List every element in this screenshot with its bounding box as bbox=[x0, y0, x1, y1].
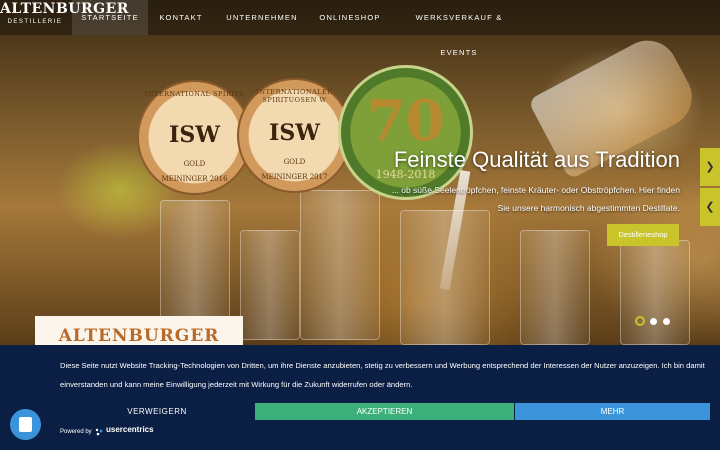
powered-by-label: Powered by bbox=[60, 429, 92, 435]
medal-logo: ISW bbox=[269, 120, 320, 146]
medal-top-text: INTERNATIONALER SPIRITUOSEN W bbox=[256, 88, 333, 104]
top-navbar: ALTENBURGER DESTILLERIE STARTSEITE KONTA… bbox=[0, 0, 720, 57]
slider-prev-arrow[interactable]: ❮ bbox=[700, 188, 720, 226]
cookie-consent-banner: Diese Seite nutzt Website Tracking-Techn… bbox=[0, 345, 720, 450]
medal-isw-2017: INTERNATIONALER SPIRITUOSEN W ISW GOLD M… bbox=[237, 78, 352, 193]
usercentrics-logo-icon bbox=[95, 428, 103, 436]
card-logo: ALTENBURGER bbox=[58, 326, 220, 346]
consent-text: Diese Seite nutzt Website Tracking-Techn… bbox=[60, 361, 705, 389]
slide-text: ... ob süße Seelentröpfchen, feinste Krä… bbox=[391, 185, 680, 213]
medal-award: GOLD bbox=[183, 160, 206, 168]
medal-70-years: 70 1948-2018 bbox=[338, 65, 473, 200]
slider-dot[interactable] bbox=[635, 316, 645, 326]
nav-item-kontakt[interactable]: KONTAKT bbox=[150, 0, 212, 35]
glass-decoration bbox=[620, 240, 690, 345]
medal-isw-2016: INTERNATIONAL SPIRITS ISW GOLD MEININGER… bbox=[137, 80, 252, 195]
glass-decoration bbox=[520, 230, 590, 345]
usercentrics-logo[interactable]: usercentrics bbox=[106, 425, 154, 434]
slider-next-arrow[interactable]: ❯ bbox=[700, 148, 720, 186]
glass-decoration bbox=[160, 200, 230, 330]
slider-dot[interactable] bbox=[663, 318, 670, 325]
slide-title: Feinste Qualität aus Tradition bbox=[393, 147, 680, 172]
medal-top-text: INTERNATIONAL SPIRITS bbox=[144, 90, 245, 98]
slider-dot[interactable] bbox=[650, 318, 657, 325]
hero-slider: INTERNATIONAL SPIRITS ISW GOLD MEININGER… bbox=[0, 0, 720, 345]
nav-item-werksverkauf-events[interactable]: WERKSVERKAUF & EVENTS bbox=[398, 0, 520, 57]
brand-sub: DESTILLERIE bbox=[7, 19, 63, 25]
shop-button[interactable]: Destillerieshop bbox=[607, 224, 679, 246]
medal-year: MEININGER 2017 bbox=[261, 173, 328, 181]
glass-decoration bbox=[300, 190, 380, 340]
fingerprint-icon bbox=[19, 417, 32, 432]
deny-button[interactable]: VERWEIGERN bbox=[60, 403, 254, 420]
glass-decoration bbox=[240, 230, 300, 340]
medal-logo: ISW bbox=[169, 122, 220, 148]
brand-name: ALTENBURGER bbox=[0, 1, 129, 17]
brand-logo[interactable]: ALTENBURGER DESTILLERIE bbox=[0, 0, 129, 35]
anniversary-number: 70 bbox=[366, 88, 445, 154]
privacy-settings-button[interactable] bbox=[10, 409, 41, 440]
medal-award: GOLD bbox=[283, 158, 306, 166]
medal-year: MEININGER 2016 bbox=[161, 175, 228, 183]
nav-item-onlineshop[interactable]: ONLINESHOP bbox=[312, 0, 388, 35]
accept-button[interactable]: AKZEPTIEREN bbox=[255, 403, 514, 420]
more-button[interactable]: MEHR bbox=[515, 403, 710, 420]
nav-item-startseite[interactable]: STARTSEITE bbox=[72, 0, 148, 35]
nav-item-unternehmen[interactable]: UNTERNEHMEN bbox=[220, 0, 304, 35]
